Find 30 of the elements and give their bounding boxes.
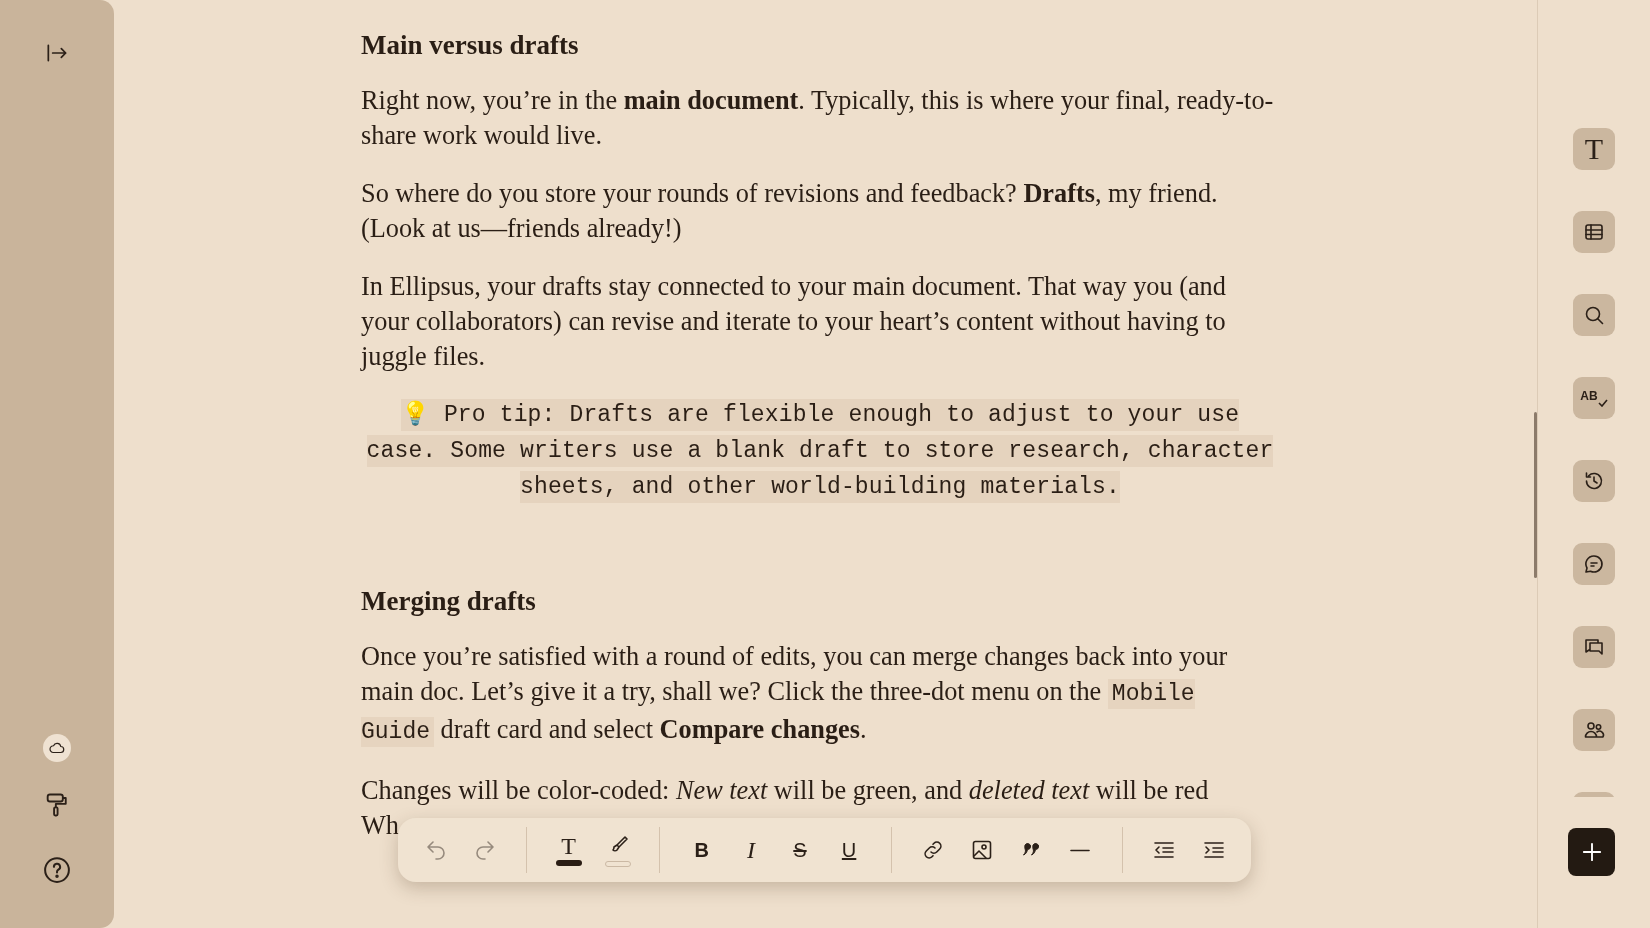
text-style-button[interactable]: T [1573,128,1615,170]
paragraph-line: Changes will be color-coded: New text will be green, and deleted text will be red [361,775,1210,807]
text-color-letter: T [561,834,576,857]
help-icon [42,855,72,885]
paragraph: So where do you store your rounds of revisions and feedback? Drafts, my friend. (Look at us—friends already!) [361,178,1219,245]
paragraph: Right now, you’re in the main document. Typically, this is where your final, ready-to-share work would live. [361,85,1275,152]
spellcheck-button[interactable]: AB [1573,377,1615,419]
section-heading: Merging drafts [361,585,537,618]
italic-button[interactable]: I [729,827,773,873]
paragraph: In Ellipsus, your drafts stay connected to your main document. That way you (and your collaborators) can revise and iterate to your heart’s content without having to juggle files. [361,271,1227,373]
sync-status-button[interactable] [43,734,71,762]
history-button[interactable] [1573,460,1615,502]
section-heading: Main versus drafts [361,29,580,62]
comments-button[interactable] [1573,626,1615,668]
comment-button[interactable] [1573,543,1615,585]
paragraph-line: Wh [361,810,400,842]
add-button[interactable] [1568,828,1615,876]
table-button[interactable] [1573,211,1615,253]
checkmark-icon [1597,398,1608,407]
horizontal-rule-icon [1068,848,1093,852]
speech-bubble-icon [1582,552,1606,576]
text-color-button[interactable]: T [547,827,591,873]
text-color-swatch [555,859,582,866]
bold-button[interactable]: B [680,827,724,873]
help-button[interactable] [42,855,72,885]
strikethrough-button[interactable]: S [778,827,822,873]
underline-button[interactable]: U [827,827,871,873]
scrollbar-thumb[interactable] [1534,412,1537,578]
search-button[interactable] [1573,294,1615,336]
collaborators-button[interactable] [1573,709,1615,751]
